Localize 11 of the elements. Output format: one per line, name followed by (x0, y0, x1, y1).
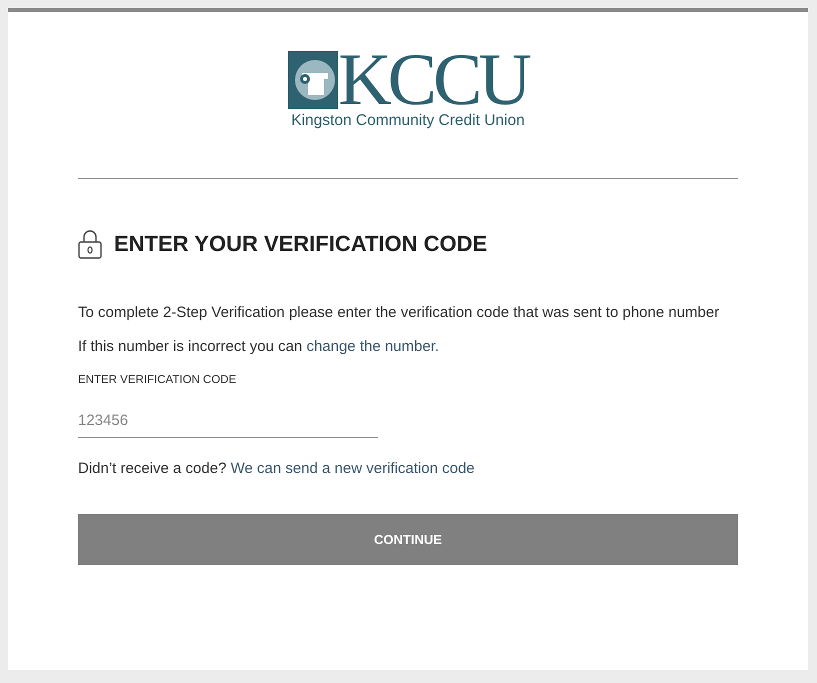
field-label: ENTER VERIFICATION CODE (78, 374, 238, 386)
logo-wordmark: KCCU (338, 50, 528, 110)
instruction-text: To complete 2-Step Verification please enter the verification code that was sent to phone number (78, 303, 720, 323)
padlock-icon (78, 229, 102, 259)
resend-text: Didn’t receive a code? We can send a new verification code (78, 459, 476, 479)
page-heading: ENTER YOUR VERIFICATION CODE (114, 231, 488, 257)
column-emblem-icon (288, 51, 338, 109)
resend-code-link[interactable]: We can send a new verification code (230, 460, 475, 477)
change-number-text: If this number is incorrect you can change the number. (78, 337, 440, 357)
change-number-link[interactable]: change the number. (306, 338, 440, 355)
logo-tagline: Kingston Community Credit Union (291, 112, 525, 130)
